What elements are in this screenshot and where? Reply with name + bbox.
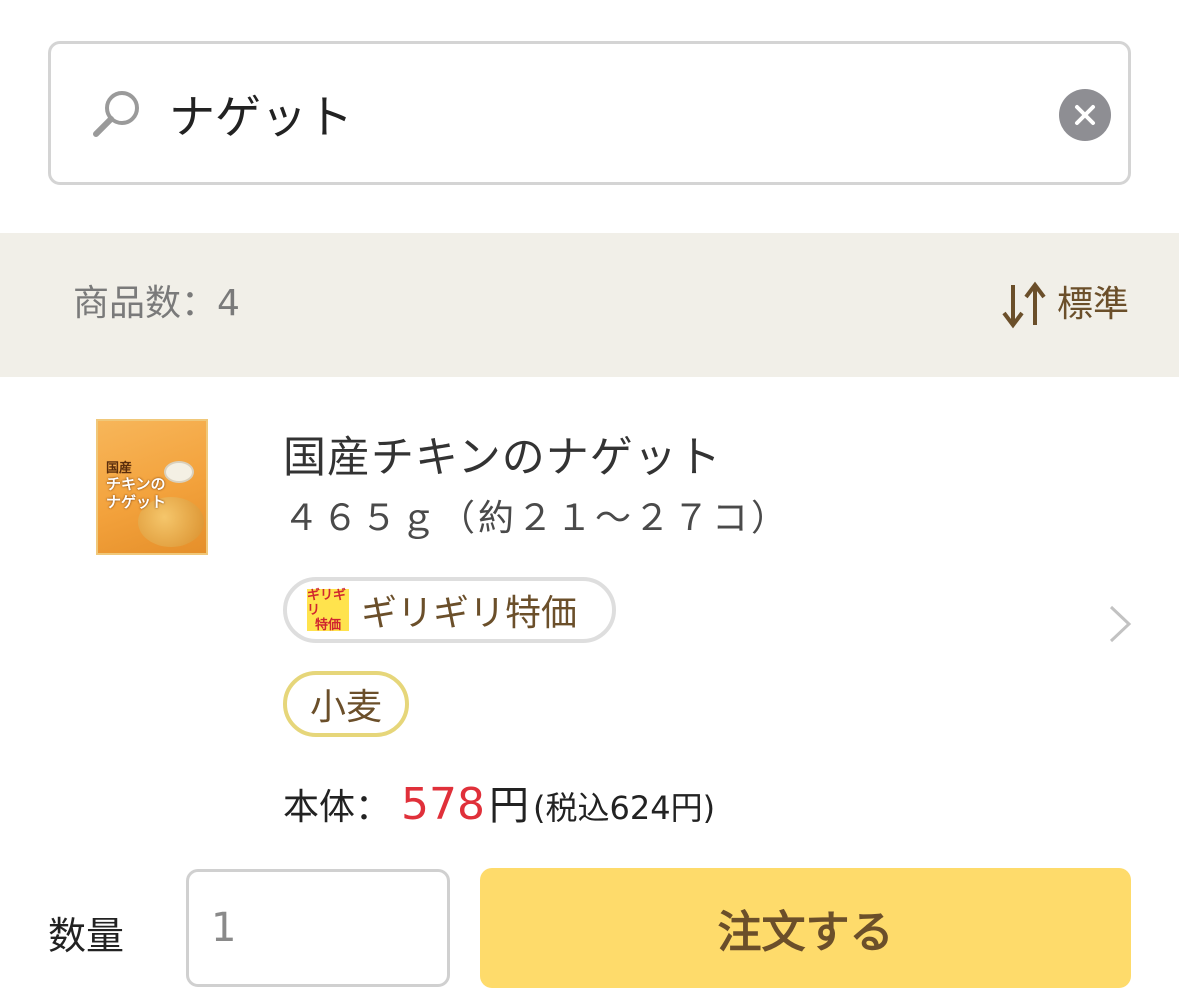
price-value: 578 bbox=[401, 779, 485, 830]
sauce-graphic bbox=[164, 461, 194, 483]
search-icon bbox=[93, 91, 139, 137]
sort-icon bbox=[1002, 281, 1046, 329]
result-bar: 商品数：4 標準 bbox=[0, 233, 1179, 377]
sort-button[interactable]: 標準 bbox=[999, 279, 1129, 331]
price-label: 本体： bbox=[283, 787, 392, 828]
result-count: 商品数：4 bbox=[73, 283, 240, 324]
allergen-badge: 小麦 bbox=[283, 671, 409, 737]
quantity-input[interactable] bbox=[186, 869, 450, 987]
chevron-right-icon[interactable] bbox=[1106, 603, 1134, 645]
order-button[interactable]: 注文する bbox=[480, 868, 1131, 988]
sale-badge: ギリギリ 特価 ギリギリ特価 bbox=[283, 577, 616, 643]
sale-mark-icon: ギリギリ 特価 bbox=[307, 587, 349, 633]
search-bar[interactable] bbox=[48, 41, 1131, 185]
search-input[interactable] bbox=[169, 74, 1029, 154]
product-item[interactable]: 国産 チキンの ナゲット 国産チキンのナゲット ４６５ｇ（約２１～２７コ） ギリ… bbox=[0, 377, 1179, 998]
close-icon bbox=[1075, 105, 1095, 125]
price-tax-included: (税込624円) bbox=[533, 789, 716, 827]
clear-search-button[interactable] bbox=[1059, 89, 1111, 141]
product-name[interactable]: 国産チキンのナゲット bbox=[283, 423, 722, 485]
sale-mark-line2: 特価 bbox=[314, 617, 341, 633]
quantity-label: 数量 bbox=[48, 914, 125, 958]
price: 本体： 578 円 (税込624円) bbox=[283, 773, 716, 830]
sort-label: 標準 bbox=[1056, 284, 1129, 325]
sale-badge-label: ギリギリ特価 bbox=[361, 593, 578, 634]
price-currency: 円 bbox=[489, 783, 529, 829]
sale-mark-line1: ギリギリ bbox=[307, 587, 347, 618]
product-size: ４６５ｇ（約２１～２７コ） bbox=[283, 498, 791, 539]
package-text-3: ナゲット bbox=[106, 493, 167, 511]
product-image: 国産 チキンの ナゲット bbox=[96, 419, 208, 555]
page: 商品数：4 標準 国産 チキンの ナゲット 国産チキンのナゲット ４６５ｇ（約２… bbox=[0, 0, 1179, 998]
